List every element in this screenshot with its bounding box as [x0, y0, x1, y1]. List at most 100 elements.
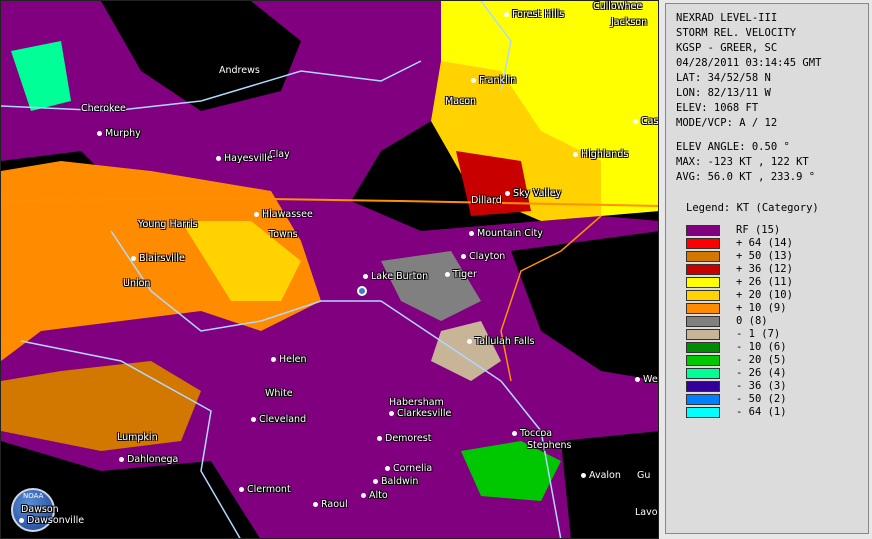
- avg-velocity: AVG: 56.0 KT , 233.9 °: [676, 171, 816, 183]
- place-gu: Gu: [637, 470, 650, 481]
- city-dot: [313, 502, 318, 507]
- place-label: Clayton: [469, 251, 506, 262]
- place-label: Lake Burton: [371, 271, 429, 282]
- place-label: Hayesville: [224, 153, 273, 164]
- radar-site-marker[interactable]: [357, 286, 367, 296]
- no-echo-southeast: [561, 431, 658, 538]
- place-hiawassee: Hiawassee: [254, 209, 313, 220]
- city-dot: [361, 493, 366, 498]
- place-label: Baldwin: [381, 476, 419, 487]
- elev-angle: ELEV ANGLE: 0.50 °: [676, 141, 790, 153]
- place-label: Union: [123, 278, 151, 289]
- place-clayton: Clayton: [461, 251, 505, 262]
- product-type: STORM REL. VELOCITY: [676, 27, 797, 39]
- legend-label: - 36 (3): [736, 380, 787, 392]
- place-macon: Macon: [445, 96, 476, 107]
- place-cleveland: Cleveland: [251, 414, 306, 425]
- city-dot: [469, 231, 474, 236]
- legend-title: Legend: KT (Category): [686, 202, 819, 214]
- place-label: Lavo: [635, 507, 658, 518]
- place-label: Gu: [637, 470, 651, 481]
- legend-swatch: [686, 316, 720, 327]
- legend-label: + 36 (12): [736, 263, 793, 275]
- legend-swatch: [686, 225, 720, 236]
- place-label: Jackson: [611, 17, 648, 28]
- latitude: LAT: 34/52/58 N: [676, 72, 771, 84]
- city-dot: [363, 274, 368, 279]
- city-dot: [373, 479, 378, 484]
- place-label: Habersham: [389, 397, 444, 408]
- city-dot: [97, 131, 102, 136]
- place-cornelia: Cornelia: [385, 463, 432, 474]
- place-habersham: Habersham: [389, 397, 444, 408]
- place-lumpkin: Lumpkin: [117, 432, 158, 443]
- place-cullowhee: Cullowhee: [593, 1, 642, 12]
- radar-map[interactable]: Forest Hills Cullowhee Jackson Andrews F…: [0, 0, 659, 539]
- place-dawsonville: Dawsonville: [19, 515, 84, 526]
- legend-swatch: [686, 394, 720, 405]
- place-label: Blairsville: [139, 253, 185, 264]
- place-label: Raoul: [321, 499, 348, 510]
- place-lake-burton: Lake Burton: [363, 271, 428, 282]
- legend-label: + 20 (10): [736, 289, 793, 301]
- place-hayesville: Hayesville: [216, 153, 273, 164]
- city-dot: [131, 256, 136, 261]
- place-label: Alto: [369, 490, 388, 501]
- place-label: Stephens: [527, 440, 572, 451]
- place-label: Highlands: [581, 149, 629, 160]
- city-dot: [385, 466, 390, 471]
- place-label: Lumpkin: [117, 432, 158, 443]
- city-dot: [19, 518, 24, 523]
- place-label: Macon: [445, 96, 477, 107]
- place-label: Hiawassee: [262, 209, 313, 220]
- place-sky-valley: Sky Valley: [505, 188, 561, 199]
- place-toccoa: Toccoa: [512, 428, 552, 439]
- place-label: White: [265, 388, 293, 399]
- city-dot: [445, 272, 450, 277]
- place-helen: Helen: [271, 354, 307, 365]
- legend-swatch: [686, 251, 720, 262]
- place-lavo: Lavo: [635, 507, 658, 518]
- city-dot: [581, 473, 586, 478]
- place-towns: Towns: [269, 229, 298, 240]
- place-dillard: Dillard: [471, 195, 502, 206]
- legend-label: - 26 (4): [736, 367, 787, 379]
- legend-label: + 50 (13): [736, 250, 793, 262]
- velocity-field: [1, 1, 658, 538]
- place-andrews: Andrews: [219, 65, 260, 76]
- place-label: Helen: [279, 354, 307, 365]
- place-label: Murphy: [105, 128, 141, 139]
- legend-label: RF (15): [736, 224, 781, 236]
- place-label: Cas: [641, 116, 659, 127]
- place-label: Tiger: [453, 269, 477, 280]
- place-label: We: [643, 374, 658, 385]
- place-label: Cherokee: [81, 103, 126, 114]
- legend-label: - 1 (7): [736, 328, 781, 340]
- city-dot: [461, 254, 466, 259]
- legend-swatch: [686, 368, 720, 379]
- place-label: Forest Hills: [512, 9, 565, 20]
- place-tiger: Tiger: [445, 269, 477, 280]
- place-label: Dawson: [21, 504, 59, 515]
- place-clarkesville: Clarkesville: [389, 408, 451, 419]
- place-label: Dawsonville: [27, 515, 85, 526]
- place-baldwin: Baldwin: [373, 476, 418, 487]
- place-label: Cullowhee: [593, 1, 643, 12]
- place-union: Union: [123, 278, 150, 289]
- place-cherokee: Cherokee: [81, 103, 126, 114]
- place-label: Cornelia: [393, 463, 433, 474]
- place-avalon: Avalon: [581, 470, 621, 481]
- place-white: White: [265, 388, 293, 399]
- place-alto: Alto: [361, 490, 388, 501]
- noaa-logo-text: NOAA: [23, 492, 44, 500]
- city-dot: [505, 191, 510, 196]
- city-dot: [239, 487, 244, 492]
- legend-swatch: [686, 355, 720, 366]
- place-young-harris: Young Harris: [138, 219, 198, 230]
- legend-swatch: [686, 303, 720, 314]
- place-clermont: Clermont: [239, 484, 291, 495]
- legend-swatch: [686, 381, 720, 392]
- place-label: Towns: [269, 229, 298, 240]
- place-murphy: Murphy: [97, 128, 141, 139]
- place-label: Sky Valley: [513, 188, 562, 199]
